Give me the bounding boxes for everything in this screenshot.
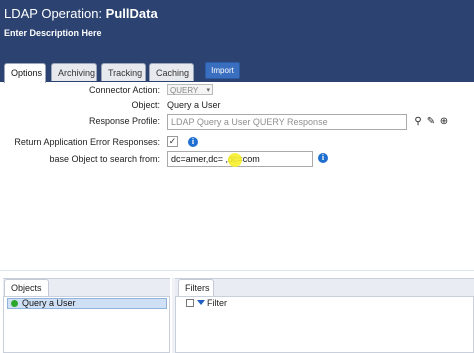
search-icon[interactable]: ⚲ [413, 116, 423, 127]
connector-action-label: Connector Action: [88, 85, 160, 95]
return-errors-checkbox[interactable]: ✓ [167, 136, 178, 147]
status-dot-icon [11, 300, 18, 307]
expand-icon[interactable] [186, 299, 194, 307]
tab-archiving[interactable]: Archiving [51, 63, 97, 81]
info-icon[interactable]: i [188, 137, 198, 147]
description-field[interactable]: Enter Description Here [4, 28, 102, 38]
response-profile-input[interactable]: LDAP Query a User QUERY Response [167, 114, 407, 130]
return-errors-label: Return Application Error Responses: [14, 137, 160, 147]
response-profile-label: Response Profile: [88, 116, 160, 126]
connector-action-select[interactable]: QUERY ▾ [167, 84, 213, 95]
tab-objects[interactable]: Objects [4, 279, 49, 296]
page-title: LDAP Operation: PullData [4, 6, 158, 21]
pencil-icon[interactable]: ✎ [426, 116, 436, 127]
filter-dropdown-icon[interactable] [197, 300, 205, 305]
filter-label[interactable]: Filter [207, 298, 227, 308]
divider [0, 270, 474, 271]
title-prefix: LDAP Operation: [4, 6, 103, 21]
add-icon[interactable]: ⊕ [439, 116, 449, 127]
info-icon[interactable]: i [318, 153, 328, 163]
list-item[interactable]: Query a User [7, 298, 167, 309]
tab-caching[interactable]: Caching [149, 63, 194, 81]
object-label: Object: [131, 100, 160, 110]
list-item-label: Query a User [22, 298, 76, 308]
tab-filters[interactable]: Filters [178, 279, 214, 296]
object-value: Query a User [167, 100, 221, 110]
base-object-label: base Object to search from: [49, 154, 160, 164]
redaction-highlight [228, 153, 242, 167]
import-button[interactable]: Import [205, 62, 240, 79]
connector-action-value: QUERY [170, 86, 199, 95]
tab-options[interactable]: Options [4, 63, 46, 83]
tab-tracking[interactable]: Tracking [101, 63, 146, 81]
title-name: PullData [105, 6, 158, 21]
filters-tab-bar [175, 278, 474, 297]
chevron-down-icon: ▾ [206, 87, 210, 94]
header-bar: LDAP Operation: PullData Enter Descripti… [0, 0, 474, 60]
